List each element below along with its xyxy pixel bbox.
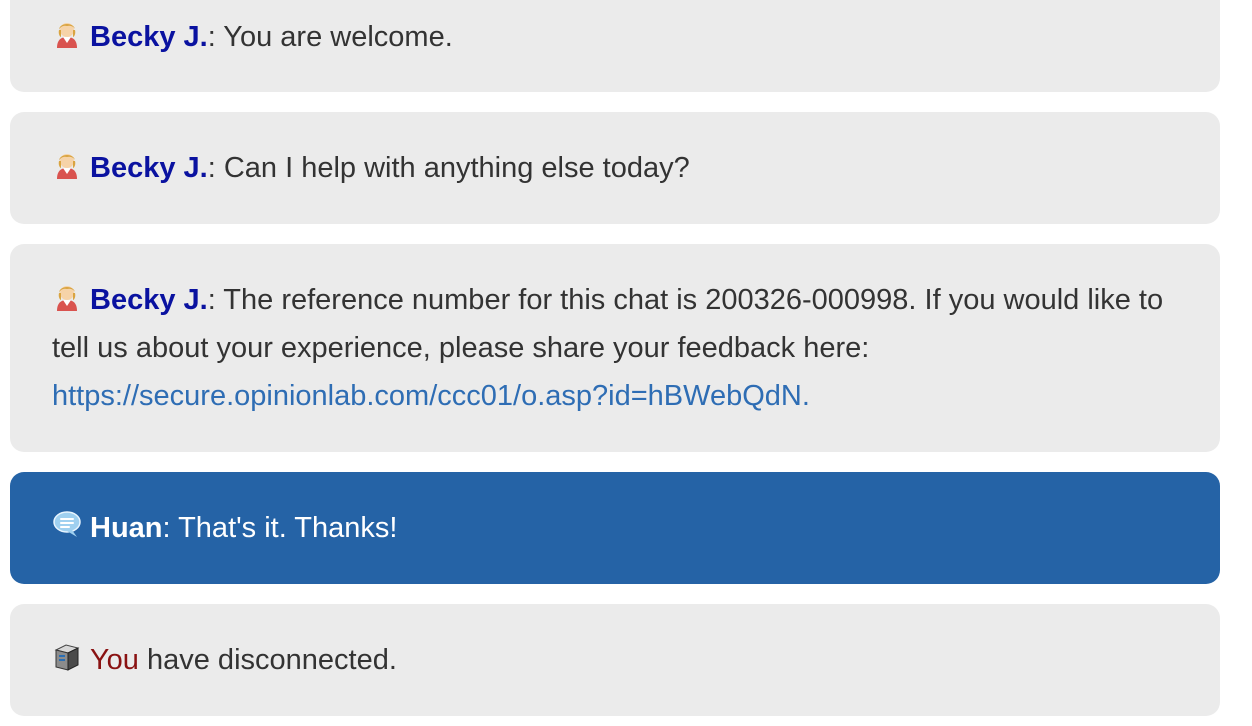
sender-separator: :	[162, 512, 179, 544]
sender-separator: :	[207, 21, 224, 53]
sender-separator: :	[207, 152, 224, 184]
system-you-label: You	[90, 644, 139, 676]
disconnect-icon	[52, 642, 82, 672]
chat-message-agent: Becky J.: Can I help with anything else …	[10, 112, 1220, 224]
speech-bubble-icon	[52, 510, 82, 540]
message-text: Can I help with anything else today?	[223, 152, 690, 184]
agent-avatar-icon	[52, 150, 82, 180]
chat-message-agent: Becky J.: You are welcome.	[10, 0, 1220, 92]
sender-name: Becky J.	[90, 21, 208, 53]
sender-separator: :	[207, 284, 224, 316]
chat-message-self: Huan: That's it. Thanks!	[10, 472, 1220, 584]
agent-avatar-icon	[52, 19, 82, 49]
message-text: have disconnected.	[138, 644, 397, 676]
message-text: You are welcome.	[223, 21, 453, 53]
agent-avatar-icon	[52, 282, 82, 312]
sender-name: Becky J.	[90, 152, 208, 184]
sender-name: Becky J.	[90, 284, 208, 316]
message-text: That's it. Thanks!	[178, 512, 398, 544]
chat-message-system: You have disconnected.	[10, 604, 1220, 716]
sender-name: Huan	[90, 512, 163, 544]
feedback-link[interactable]: https://secure.opinionlab.com/ccc01/o.as…	[52, 380, 810, 412]
chat-message-agent: Becky J.: The reference number for this …	[10, 244, 1220, 452]
